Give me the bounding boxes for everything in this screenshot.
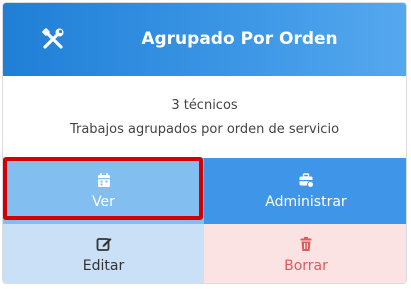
administrar-button[interactable]: Administrar [204, 158, 406, 224]
borrar-label: Borrar [284, 258, 328, 274]
editar-label: Editar [82, 258, 125, 274]
group-card: Agrupado Por Orden 3 técnicos Trabajos a… [2, 2, 407, 284]
administrar-label: Administrar [265, 194, 347, 210]
trash-icon [300, 237, 312, 251]
edit-icon [96, 238, 111, 251]
technician-count: 3 técnicos [171, 98, 238, 113]
toolbox-icon [299, 173, 314, 188]
calendar-icon [97, 173, 110, 187]
borrar-button[interactable]: Borrar [204, 224, 406, 283]
ver-label: Ver [92, 194, 115, 210]
card-header: Agrupado Por Orden [3, 3, 406, 76]
card-title: Agrupado Por Orden [141, 29, 338, 49]
ver-button[interactable]: Ver [3, 158, 204, 224]
card-description: Trabajos agrupados por orden de servicio [69, 122, 340, 137]
card-body: 3 técnicos Trabajos agrupados por orden … [3, 76, 406, 158]
editar-button[interactable]: Editar [3, 224, 204, 283]
